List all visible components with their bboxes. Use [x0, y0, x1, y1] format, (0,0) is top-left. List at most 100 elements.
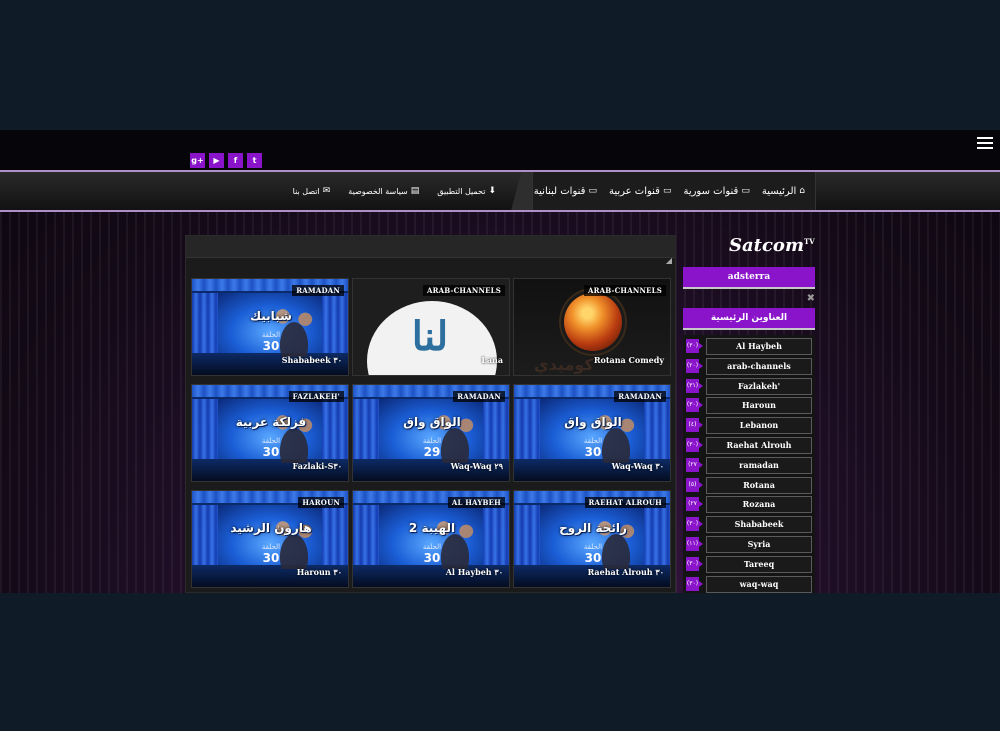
ad-banner[interactable]: adsterra	[683, 267, 815, 289]
label-link[interactable]: Rotana	[706, 476, 812, 494]
category-badge[interactable]: HAROUN	[298, 497, 344, 508]
post-card[interactable]: رائحة الروح الحلقة 30 RAEHAT ALROUH Raehat A…	[513, 490, 671, 588]
nav-link-label: تحميل التطبيق	[437, 186, 486, 196]
post-title[interactable]: Rotana Comedy	[594, 355, 664, 365]
logo-sup: TV	[804, 237, 815, 246]
post-title[interactable]: Lana	[481, 355, 503, 365]
label-item[interactable]: (٣٠) Shababeek	[686, 515, 815, 535]
nav-link-label: قنوات عربية	[608, 185, 660, 197]
label-link[interactable]: Al Haybeh	[706, 338, 812, 355]
post-card[interactable]: الهيبة 2 الحلقة 30 AL HAYBEH Al Haybeh ٣٠	[352, 490, 510, 588]
nav-link-lebanese-channels[interactable]: ▭ قنوات لبنانية	[534, 186, 597, 197]
twitter-icon[interactable]: t	[247, 153, 262, 168]
post-title[interactable]: Al Haybeh ٣٠	[446, 567, 503, 577]
category-badge[interactable]: RAMADAN	[614, 391, 666, 402]
nav-link-syrian-channels[interactable]: ▭ قنوات سورية	[683, 186, 749, 197]
social-links: g+ ▶ f t	[190, 153, 262, 168]
label-item[interactable]: (٣٠) Tareeq	[686, 555, 815, 575]
tools-icon[interactable]: ✖	[807, 293, 815, 304]
label-count: (٣٠)	[686, 339, 703, 353]
download-icon: ⬇	[488, 186, 496, 196]
label-count: (١١)	[686, 536, 703, 551]
category-badge[interactable]: ARAB-CHANNELS	[584, 285, 666, 296]
posts-panel: ◢ شبابيك الحلقة 30 RAMADAN Shababeek ٣٠ لنا AR…	[185, 235, 676, 593]
label-item[interactable]: (٢٧ ramadan	[686, 456, 815, 476]
post-card[interactable]: الواق واق الحلقة 30 RAMADAN Waq-Waq ٣٠	[513, 384, 671, 482]
post-card[interactable]: كوميدي ARAB-CHANNELS Rotana Comedy	[513, 278, 671, 376]
post-card[interactable]: لنا ARAB-CHANNELS Lana	[352, 278, 510, 376]
label-item[interactable]: (٣١) Fazlakeh'	[686, 377, 815, 397]
label-link[interactable]: waq-waq	[706, 575, 812, 593]
post-title[interactable]: Haroun ٣٠	[297, 567, 342, 577]
nav-link-arab-channels[interactable]: ▭ قنوات عربية	[609, 186, 672, 197]
label-count: (٤)	[686, 418, 703, 433]
post-card[interactable]: شبابيك الحلقة 30 RAMADAN Shababeek ٣٠	[191, 278, 349, 376]
label-link[interactable]: arab-channels	[706, 357, 812, 375]
label-count: (٢٠)	[686, 358, 703, 373]
label-link[interactable]: Lebanon	[706, 417, 812, 435]
label-item[interactable]: (٤) Lebanon	[686, 416, 815, 436]
label-link[interactable]: ramadan	[706, 456, 812, 474]
hamburger-menu-icon[interactable]	[977, 137, 993, 151]
label-count: (٣١)	[686, 378, 703, 393]
label-link[interactable]: Haroun	[706, 397, 812, 415]
label-item[interactable]: (٢٧ Rozana	[686, 495, 815, 515]
thumbnail-title: فزلكة عربية	[235, 415, 307, 429]
logo-text: Satcom	[729, 235, 804, 256]
thumbnail-title: شبابيك	[250, 309, 292, 323]
nav-link-label: اتصل بنا	[292, 186, 320, 196]
thumbnail-text: كوميدي	[534, 355, 594, 374]
label-link[interactable]: Tareeq	[706, 555, 812, 573]
label-item[interactable]: (٢٠) arab-channels	[686, 357, 815, 377]
category-badge[interactable]: AL HAYBEH	[447, 497, 505, 508]
post-title[interactable]: Waq-Waq ٣٠	[612, 461, 664, 471]
post-title[interactable]: Shababeek ٣٠	[282, 355, 342, 365]
label-item[interactable]: (٣٠) waq-waq	[686, 575, 815, 593]
label-link[interactable]: Rozana	[706, 496, 812, 514]
thumbnail-episode-number: 30	[262, 339, 280, 353]
thumbnail-title: الواق واق	[403, 415, 461, 429]
tv-icon: ▭	[662, 186, 672, 196]
label-count: (٣٠)	[686, 556, 703, 571]
label-link[interactable]: Shababeek	[706, 516, 812, 534]
label-item[interactable]: (٥) Rotana	[686, 476, 815, 496]
nav-link-label: سياسة الخصوصية	[348, 186, 408, 196]
post-title[interactable]: Waq-Waq ٢٩	[451, 461, 503, 471]
label-item[interactable]: (٣٠) Al Haybeh	[686, 337, 815, 357]
post-card[interactable]: الواق واق الحلقة 29 RAMADAN Waq-Waq ٢٩	[352, 384, 510, 482]
top-margin	[0, 0, 1000, 130]
site-logo[interactable]: SatcomTV	[729, 235, 815, 261]
thumbnail-episode-label: الحلقة	[583, 437, 603, 445]
post-card[interactable]: هارون الرشيد الحلقة 30 HAROUN Haroun ٣٠	[191, 490, 349, 588]
category-badge[interactable]: ARAB-CHANNELS	[423, 285, 505, 296]
category-badge[interactable]: RAMADAN	[292, 285, 344, 296]
label-item[interactable]: (٣٠) Raehat Alrouh	[686, 436, 815, 456]
label-count: (٢٧	[686, 457, 703, 472]
label-item[interactable]: (٣٠) Haroun	[686, 396, 815, 416]
nav-link-home[interactable]: ⌂ الرئيسية	[762, 186, 805, 197]
label-count: (٣٠)	[686, 576, 703, 591]
label-link[interactable]: Syria	[706, 535, 812, 553]
category-badge[interactable]: FAZLAKEH'	[288, 391, 344, 402]
nav-link-privacy[interactable]: ▤ سياسة الخصوصية	[348, 186, 419, 196]
thumbnail-title: هارون الرشيد	[230, 521, 312, 535]
youtube-icon[interactable]: ▶	[209, 153, 224, 168]
label-link[interactable]: Fazlakeh'	[706, 377, 812, 395]
googleplus-icon[interactable]: g+	[190, 153, 205, 168]
post-title[interactable]: Raehat Alrouh ٣٠	[588, 567, 664, 577]
thumbnail-episode-label: الحلقة	[583, 543, 603, 551]
post-title[interactable]: Fazlaki-S٣٠	[293, 461, 342, 471]
label-count: (٣٠)	[686, 437, 703, 452]
category-badge[interactable]: RAEHAT ALROUH	[584, 497, 666, 508]
post-card[interactable]: فزلكة عربية الحلقة 30 FAZLAKEH' Fazlaki-S٣٠	[191, 384, 349, 482]
category-badge[interactable]: RAMADAN	[453, 391, 505, 402]
labels-widget-title: العناوين الرئيسية	[683, 308, 815, 330]
nav-link-contact[interactable]: ✉ اتصل بنا	[293, 186, 331, 196]
secondary-nav: ✉ اتصل بنا ▤ سياسة الخصوصية ⬇ تحميل التطبيق	[280, 172, 512, 210]
facebook-icon[interactable]: f	[228, 153, 243, 168]
label-link[interactable]: Raehat Alrouh	[706, 436, 812, 454]
label-item[interactable]: (١١) Syria	[686, 535, 815, 555]
mail-icon: ✉	[322, 186, 331, 196]
nav-link-download-app[interactable]: ⬇ تحميل التطبيق	[437, 186, 496, 196]
thumbnail-episode-label: الحلقة	[422, 543, 442, 551]
